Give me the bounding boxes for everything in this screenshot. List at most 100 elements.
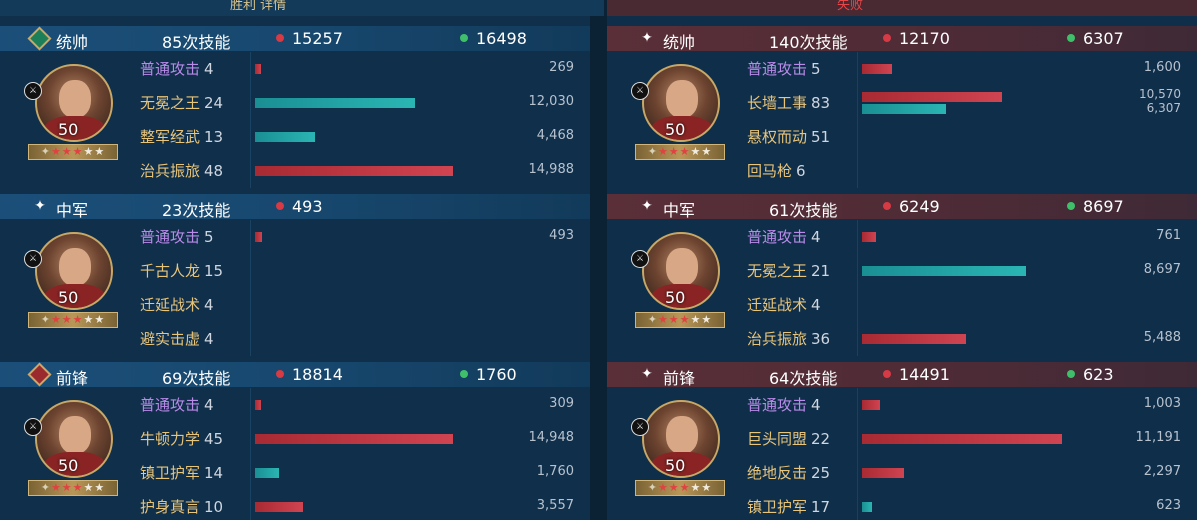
face-shape — [666, 416, 698, 454]
skill-cast-count: 5 — [204, 228, 214, 246]
skill-cast-count: 10 — [204, 498, 224, 516]
commander-shield-icon — [27, 26, 52, 51]
heal-total: 6307 — [1067, 29, 1124, 48]
general-portrait[interactable]: ⚔ 50 ✦★★★★★ — [631, 232, 725, 344]
defeat-team-panel: ✦ 统帅 140次技能 12170 6307 ⚔ 50 ✦★★★★★ 普通攻击 5 1,600 长墙工… — [607, 16, 1197, 520]
skill-row[interactable]: 悬权而动 51 — [745, 120, 1193, 154]
heal-value: 16498 — [476, 29, 527, 48]
row-divider — [250, 254, 251, 288]
damage-total: 15257 — [276, 29, 343, 48]
skill-row[interactable]: 长墙工事 83 10,570 6,307 — [745, 86, 1193, 120]
heal-total: 16498 — [460, 29, 527, 48]
general-section-0: ✦ 统帅 140次技能 12170 6307 ⚔ 50 ✦★★★★★ 普通攻击 5 1,600 长墙工… — [607, 16, 1197, 188]
skill-row[interactable]: 迁延战术 4 — [745, 288, 1193, 322]
star-rating: ✦★★★★★ — [635, 312, 725, 328]
section-header: ✦ 中军 23次技能 493 — [0, 194, 590, 220]
general-level: 50 — [665, 456, 686, 475]
row-divider — [250, 86, 251, 120]
general-portrait[interactable]: ⚔ 50 ✦★★★★★ — [24, 232, 118, 344]
awaken-icon: ✦ — [40, 481, 51, 494]
skill-row[interactable]: 镇卫护军 14 1,760 — [138, 456, 586, 490]
row-divider — [857, 254, 858, 288]
green-dot-icon — [1067, 202, 1075, 210]
skill-row[interactable]: 迁延战术 4 — [138, 288, 586, 322]
heal-total: 8697 — [1067, 197, 1124, 216]
skill-row[interactable]: 普通攻击 5 1,600 — [745, 52, 1193, 86]
skill-row[interactable]: 普通攻击 4 269 — [138, 52, 586, 86]
section-header: ✦ 统帅 140次技能 12170 6307 — [607, 26, 1197, 52]
rank-label: 中军 — [56, 201, 89, 220]
skill-name: 巨头同盟 22 — [747, 428, 830, 449]
skill-row[interactable]: 护身真言 10 3,557 — [138, 490, 586, 520]
heal-bar — [862, 104, 946, 114]
unit-type-icon: ⚔ — [24, 418, 42, 436]
skill-row[interactable]: 镇卫护军 17 623 — [745, 490, 1193, 520]
skill-row[interactable]: 治兵振旅 48 14,988 — [138, 154, 586, 188]
row-divider — [857, 388, 858, 422]
general-section-2: ✦ 前锋 64次技能 14491 623 ⚔ 50 ✦★★★★★ 普通攻击 4 1,003 巨头同盟 2… — [607, 352, 1197, 520]
unit-type-icon: ⚔ — [631, 250, 649, 268]
skill-count-label: 69次技能 — [162, 369, 231, 388]
skill-name-text: 回马枪 — [747, 162, 793, 180]
skill-row[interactable]: 整军经武 13 4,468 — [138, 120, 586, 154]
skill-amount: 5,488 — [1143, 330, 1181, 345]
skill-row[interactable]: 无冕之王 24 12,030 — [138, 86, 586, 120]
damage-bar — [255, 232, 262, 242]
skill-row[interactable]: 治兵振旅 36 5,488 — [745, 322, 1193, 356]
skill-row[interactable]: 普通攻击 4 309 — [138, 388, 586, 422]
skill-cast-count: 21 — [811, 262, 831, 280]
skill-amount: 4,468 — [536, 128, 574, 143]
heal-value: 6307 — [1083, 29, 1124, 48]
skill-row[interactable]: 无冕之王 21 8,697 — [745, 254, 1193, 288]
row-divider — [857, 288, 858, 322]
general-portrait[interactable]: ⚔ 50 ✦★★★★★ — [24, 400, 118, 512]
skill-row[interactable]: 回马枪 6 — [745, 154, 1193, 188]
section-header: ✦ 前锋 64次技能 14491 623 — [607, 362, 1197, 388]
heal-bar — [862, 502, 872, 512]
general-portrait[interactable]: ⚔ 50 ✦★★★★★ — [631, 64, 725, 176]
row-divider — [857, 86, 858, 120]
skill-name-text: 治兵振旅 — [140, 162, 201, 180]
heal-bar — [255, 98, 415, 108]
skill-count-label: 140次技能 — [769, 33, 848, 52]
row-divider — [250, 52, 251, 86]
skill-row[interactable]: 千古人龙 15 — [138, 254, 586, 288]
skill-name: 绝地反击 25 — [747, 462, 830, 483]
skill-row[interactable]: 绝地反击 25 2,297 — [745, 456, 1193, 490]
skill-row[interactable]: 牛顿力学 45 14,948 — [138, 422, 586, 456]
skill-row[interactable]: 普通攻击 5 493 — [138, 220, 586, 254]
skill-amount: 309 — [549, 396, 574, 411]
general-section-1: ✦ 中军 61次技能 6249 8697 ⚔ 50 ✦★★★★★ 普通攻击 4 761 无冕之王 21 8… — [607, 184, 1197, 356]
row-divider — [250, 154, 251, 188]
top-header-bar: 胜利 详情 失败 — [0, 0, 1197, 16]
damage-bar — [862, 468, 904, 478]
skill-name: 普通攻击 5 — [140, 226, 214, 247]
heal-value: 8697 — [1083, 197, 1124, 216]
skill-name-text: 无冕之王 — [140, 94, 201, 112]
skill-amount: 623 — [1156, 498, 1181, 513]
unit-type-icon: ⚔ — [24, 250, 42, 268]
skill-row[interactable]: 普通攻击 4 761 — [745, 220, 1193, 254]
damage-bar — [255, 502, 303, 512]
damage-bar — [862, 434, 1062, 444]
damage-bar — [255, 400, 261, 410]
damage-total: 6249 — [883, 197, 940, 216]
skill-row[interactable]: 普通攻击 4 1,003 — [745, 388, 1193, 422]
red-dot-icon — [276, 34, 284, 42]
damage-total: 18814 — [276, 365, 343, 384]
general-level: 50 — [665, 288, 686, 307]
general-portrait[interactable]: ⚔ 50 ✦★★★★★ — [631, 400, 725, 512]
skill-name-text: 普通攻击 — [140, 228, 201, 246]
general-section-1: ✦ 中军 23次技能 493 ⚔ 50 ✦★★★★★ 普通攻击 5 493 千古人龙 15 迁延战术 4 避… — [0, 184, 590, 356]
skill-cast-count: 36 — [811, 330, 831, 348]
skill-row[interactable]: 避实击虚 4 — [138, 322, 586, 356]
heal-value: 623 — [1083, 365, 1114, 384]
panel-divider — [590, 16, 607, 520]
damage-bar — [862, 64, 892, 74]
skill-row[interactable]: 巨头同盟 22 11,191 — [745, 422, 1193, 456]
row-divider — [857, 52, 858, 86]
skill-name-text: 治兵振旅 — [747, 330, 808, 348]
face-shape — [59, 80, 91, 118]
general-portrait[interactable]: ⚔ 50 ✦★★★★★ — [24, 64, 118, 176]
general-level: 50 — [665, 120, 686, 139]
